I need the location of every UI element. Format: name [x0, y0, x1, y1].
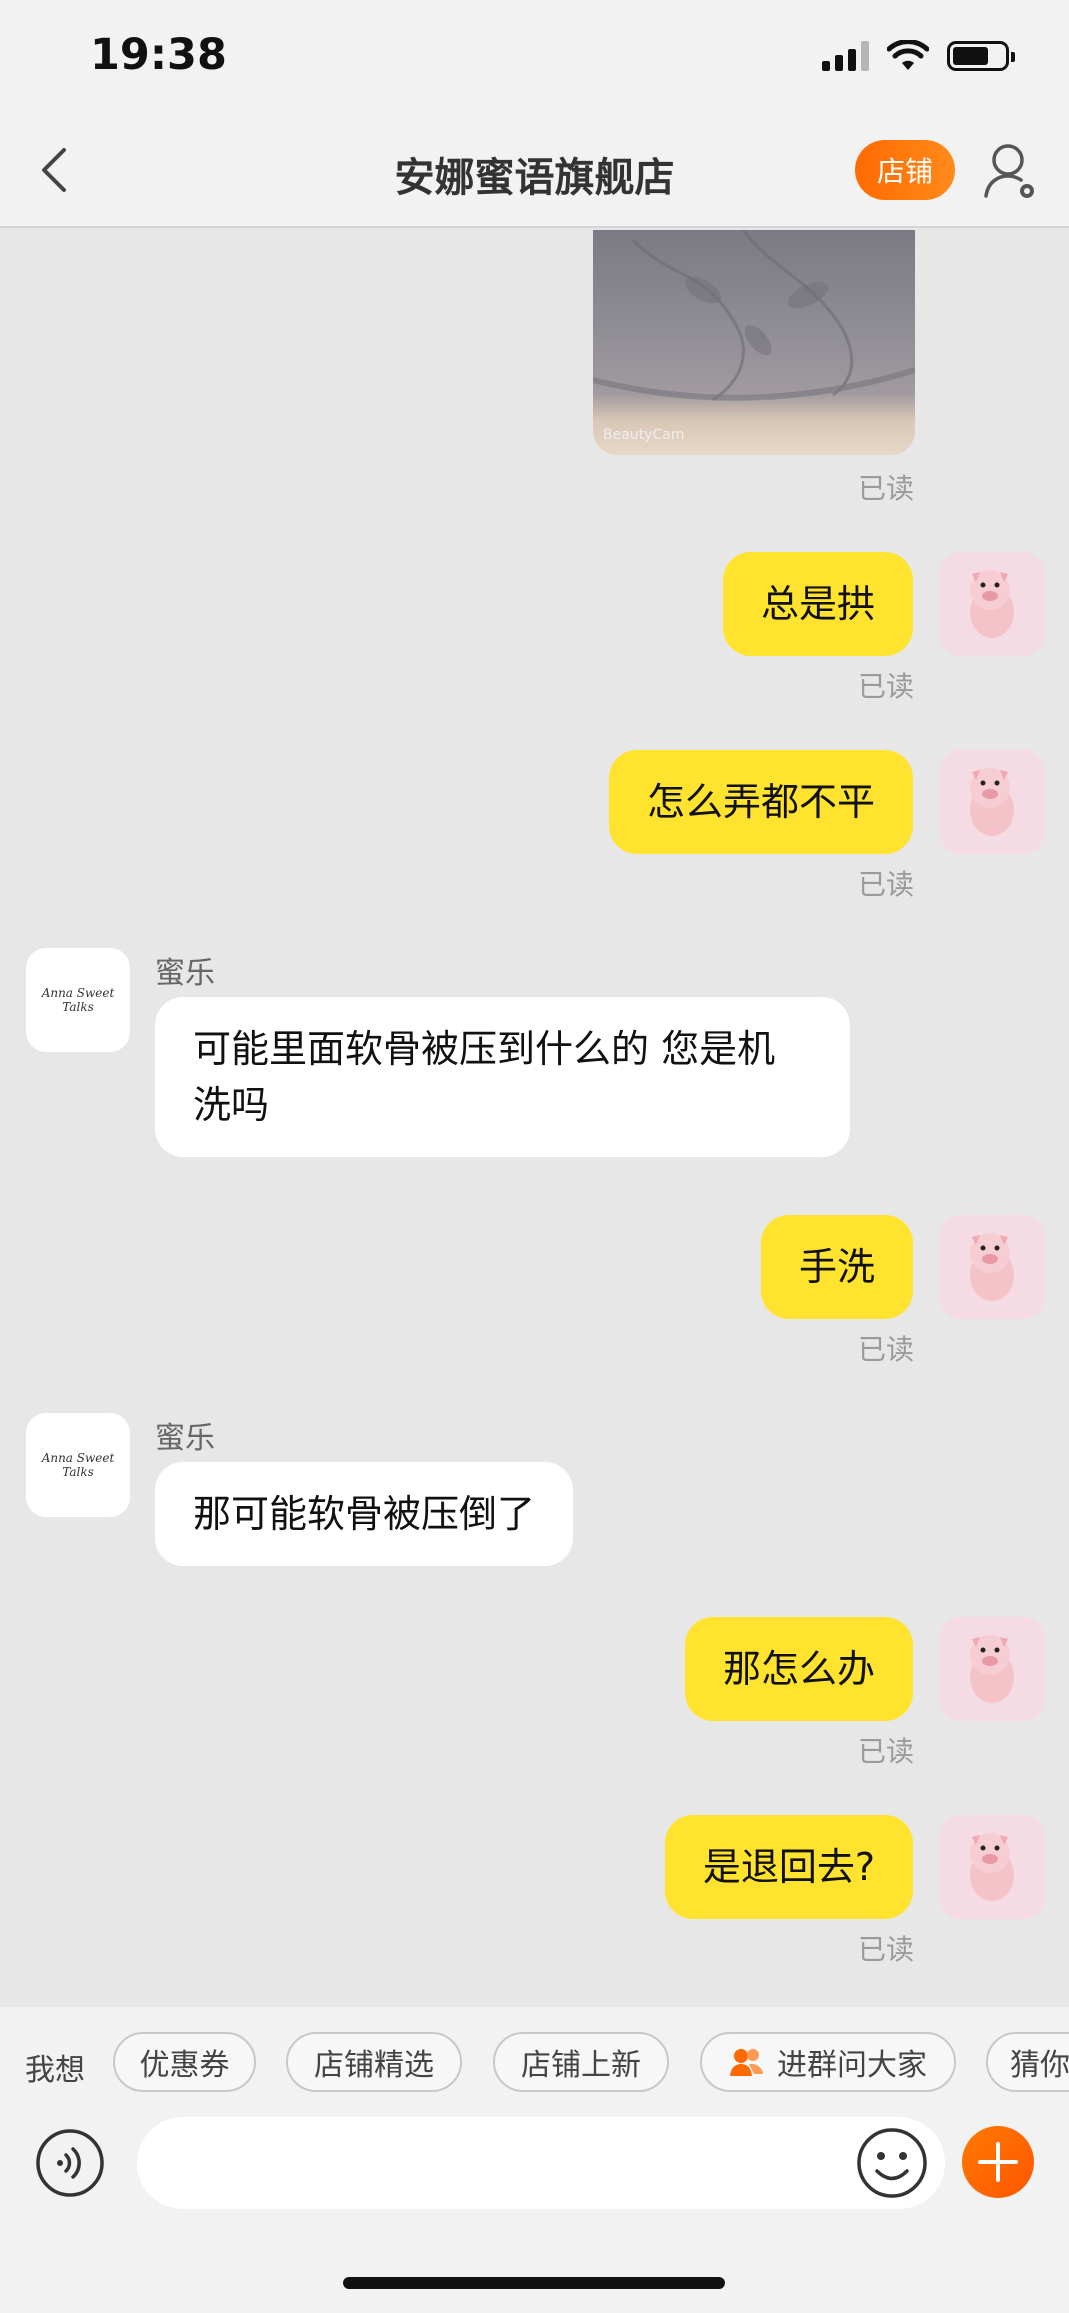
user-avatar[interactable] [940, 750, 1044, 854]
group-users-icon [730, 2049, 763, 2076]
chip-shop-picks[interactable]: 店铺精选 [286, 2032, 462, 2092]
user-settings-icon[interactable] [980, 140, 1040, 204]
photo-watermark: BeautyCam [603, 427, 685, 443]
chip-join-group[interactable]: 进群问大家 [700, 2032, 956, 2092]
lace-pattern [593, 230, 915, 402]
my-message-bubble[interactable]: 那怎么办 [684, 1617, 913, 1721]
status-bar: 19:38 [0, 0, 1069, 115]
message-input[interactable] [137, 2117, 945, 2209]
user-avatar[interactable] [940, 1815, 1044, 1919]
my-message-bubble[interactable]: 怎么弄都不平 [608, 750, 913, 854]
pig-avatar-icon [970, 1833, 1014, 1901]
sender-name: 蜜乐 [155, 1421, 215, 1456]
wifi-icon [887, 40, 929, 70]
chip-new-arrivals[interactable]: 店铺上新 [493, 2032, 669, 2092]
sent-photo[interactable]: BeautyCam [593, 230, 915, 455]
chip-coupon[interactable]: 优惠券 [113, 2032, 256, 2092]
quick-reply-label: 我想 [25, 2053, 85, 2088]
emoji-icon[interactable] [855, 2126, 929, 2200]
my-message-bubble[interactable]: 手洗 [760, 1215, 913, 1319]
pig-avatar-icon [970, 1635, 1014, 1703]
my-message-bubble[interactable]: 是退回去? [664, 1815, 913, 1919]
add-button[interactable] [962, 2126, 1034, 2198]
read-status: 已读 [857, 472, 914, 505]
read-status: 已读 [857, 670, 914, 703]
sender-name: 蜜乐 [155, 956, 215, 991]
shop-logo: Anna Sweet Talks [41, 1451, 115, 1479]
pig-avatar-icon [970, 570, 1014, 638]
pig-avatar-icon [970, 1233, 1014, 1301]
voice-input-icon[interactable] [35, 2128, 105, 2198]
their-message-bubble[interactable]: 那可能软骨被压倒了 [155, 1462, 574, 1566]
cellular-signal-icon [822, 41, 869, 71]
chip-join-group-label: 进群问大家 [777, 2048, 927, 2083]
read-status: 已读 [857, 1333, 914, 1366]
status-icons [822, 40, 1015, 72]
chat-area[interactable]: BeautyCam 已读 总是拱 已读 怎么弄都不平 已读 Anna Sweet… [0, 230, 1069, 2005]
read-status: 已读 [857, 868, 914, 901]
my-message-bubble[interactable]: 总是拱 [722, 552, 913, 656]
chip-guess[interactable]: 猜你 [986, 2032, 1069, 2092]
pig-avatar-icon [970, 768, 1014, 836]
user-avatar[interactable] [940, 552, 1044, 656]
shop-avatar[interactable]: Anna Sweet Talks [26, 948, 130, 1052]
status-time: 19:38 [90, 30, 227, 80]
user-avatar[interactable] [940, 1215, 1044, 1319]
plus-icon [978, 2142, 1018, 2182]
quick-reply-bar: 我想 优惠券 店铺精选 店铺上新 进群问大家 猜你 [0, 2007, 1069, 2117]
shop-logo: Anna Sweet Talks [41, 986, 115, 1014]
read-status: 已读 [857, 1933, 914, 1966]
nav-bar: 安娜蜜语旗舰店 店铺 [0, 115, 1069, 228]
home-indicator[interactable] [343, 2277, 725, 2289]
battery-icon [947, 41, 1015, 71]
read-status: 已读 [857, 1735, 914, 1768]
shop-button[interactable]: 店铺 [855, 140, 955, 200]
their-message-bubble[interactable]: 可能里面软骨被压到什么的 您是机洗吗 [155, 997, 850, 1157]
shop-avatar[interactable]: Anna Sweet Talks [26, 1413, 130, 1517]
user-avatar[interactable] [940, 1617, 1044, 1721]
